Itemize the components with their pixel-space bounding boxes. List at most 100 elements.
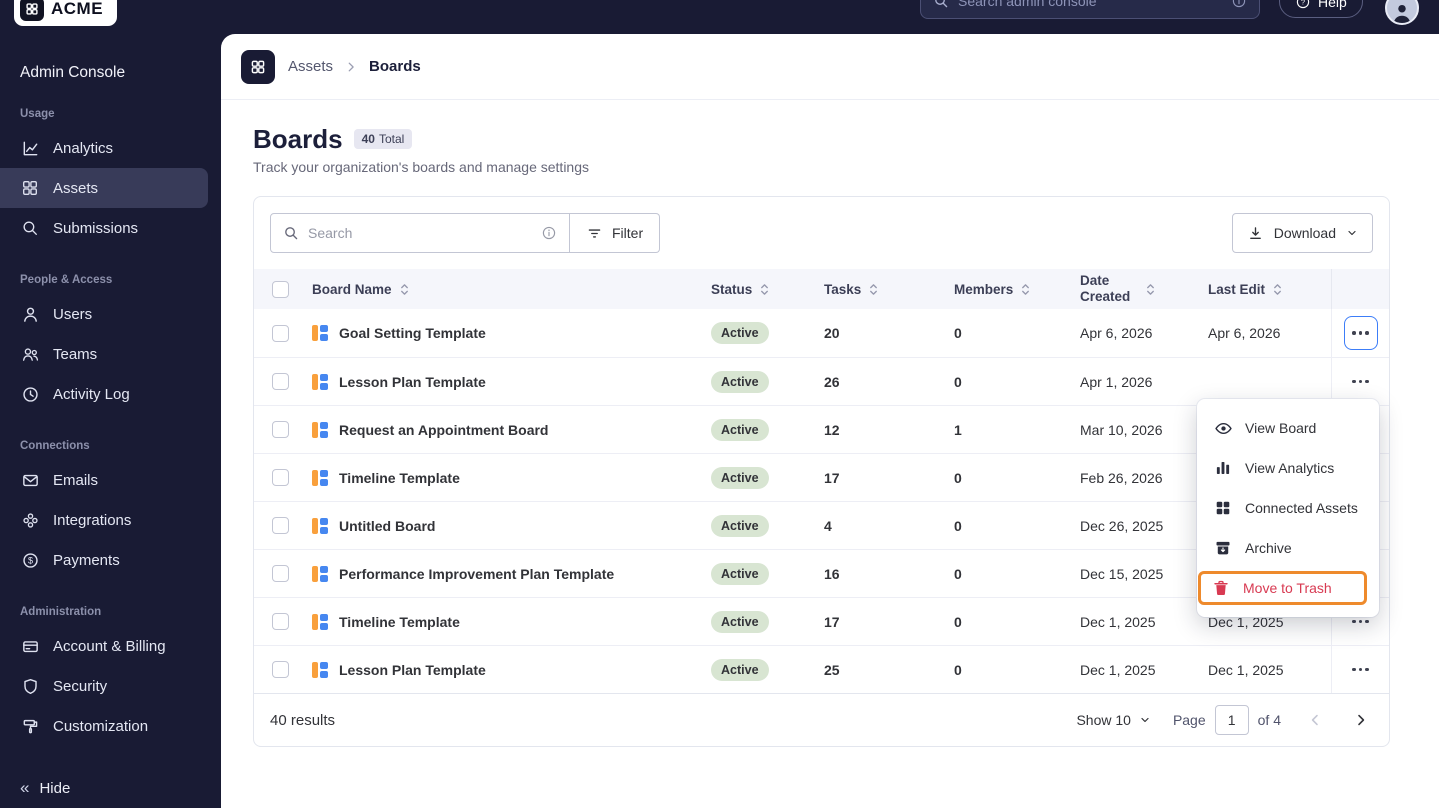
sort-icon[interactable] bbox=[868, 282, 879, 297]
table-row[interactable]: Goal Setting Template Active 20 0 Apr 6,… bbox=[254, 309, 1389, 357]
grid-icon bbox=[1213, 499, 1233, 517]
date-created: Mar 10, 2026 bbox=[1080, 406, 1208, 453]
customization-icon bbox=[20, 716, 40, 736]
board-name[interactable]: Timeline Template bbox=[339, 614, 460, 630]
sidebar-item-teams[interactable]: Teams bbox=[0, 334, 208, 374]
sidebar-item-submissions[interactable]: Submissions bbox=[0, 208, 208, 248]
acme-logo-icon bbox=[20, 0, 44, 21]
activity-log-icon bbox=[20, 384, 40, 404]
board-name[interactable]: Untitled Board bbox=[339, 518, 435, 534]
integrations-icon bbox=[20, 510, 40, 530]
assets-app-icon[interactable] bbox=[241, 50, 275, 84]
select-all-checkbox[interactable] bbox=[272, 281, 289, 298]
row-actions-button[interactable] bbox=[1344, 365, 1378, 399]
menu-item-archive[interactable]: Archive bbox=[1197, 528, 1379, 568]
board-name[interactable]: Goal Setting Template bbox=[339, 325, 486, 341]
help-icon: ? bbox=[1295, 0, 1311, 10]
sort-icon[interactable] bbox=[1272, 282, 1283, 297]
row-checkbox[interactable] bbox=[272, 661, 289, 678]
sidebar-item-label: Security bbox=[53, 678, 107, 695]
chevron-down-icon bbox=[1139, 714, 1151, 726]
row-checkbox[interactable] bbox=[272, 373, 289, 390]
admin-search-input[interactable] bbox=[958, 0, 1222, 9]
menu-item-label: Archive bbox=[1245, 540, 1292, 556]
sidebar-item-users[interactable]: Users bbox=[0, 294, 208, 334]
board-name[interactable]: Timeline Template bbox=[339, 470, 460, 486]
admin-search[interactable] bbox=[920, 0, 1260, 19]
menu-item-move-to-trash[interactable]: Move to Trash bbox=[1198, 571, 1367, 605]
download-icon bbox=[1247, 225, 1264, 242]
row-checkbox[interactable] bbox=[272, 565, 289, 582]
breadcrumb-parent[interactable]: Assets bbox=[288, 58, 333, 75]
sidebar-item-label: Account & Billing bbox=[53, 638, 166, 655]
section-label-administration: Administration bbox=[20, 606, 221, 618]
menu-item-view-analytics[interactable]: View Analytics bbox=[1197, 448, 1379, 488]
sort-icon[interactable] bbox=[1145, 282, 1156, 297]
search-icon bbox=[283, 225, 299, 241]
row-checkbox[interactable] bbox=[272, 517, 289, 534]
acme-logo[interactable]: ACME bbox=[14, 0, 117, 26]
date-created: Dec 1, 2025 bbox=[1080, 646, 1208, 693]
column-actions bbox=[1331, 269, 1389, 309]
sidebar-item-payments[interactable]: $ Payments bbox=[0, 540, 208, 580]
menu-item-view-board[interactable]: View Board bbox=[1197, 408, 1379, 448]
page-number-input[interactable] bbox=[1215, 705, 1249, 735]
previous-page-button[interactable] bbox=[1303, 708, 1327, 732]
help-button[interactable]: ? Help bbox=[1279, 0, 1363, 18]
column-tasks: Tasks bbox=[824, 282, 861, 297]
table-search-input[interactable] bbox=[308, 225, 532, 241]
sidebar-item-assets[interactable]: Assets bbox=[0, 168, 208, 208]
table-row[interactable]: Lesson Plan Template Active 25 0 Dec 1, … bbox=[254, 645, 1389, 693]
tasks-count: 25 bbox=[824, 646, 954, 693]
assets-icon bbox=[20, 178, 40, 198]
board-name[interactable]: Performance Improvement Plan Template bbox=[339, 566, 614, 582]
date-created: Feb 26, 2026 bbox=[1080, 454, 1208, 501]
board-name[interactable]: Lesson Plan Template bbox=[339, 662, 486, 678]
filter-button[interactable]: Filter bbox=[570, 213, 660, 253]
page-size-dropdown[interactable]: Show 10 bbox=[1076, 712, 1150, 728]
sidebar-item-emails[interactable]: Emails bbox=[0, 460, 208, 500]
search-icon bbox=[933, 0, 949, 9]
sidebar-item-label: Analytics bbox=[53, 140, 113, 157]
sidebar-item-account-billing[interactable]: Account & Billing bbox=[0, 626, 208, 666]
sidebar-item-activity-log[interactable]: Activity Log bbox=[0, 374, 208, 414]
table-row[interactable]: Lesson Plan Template Active 26 0 Apr 1, … bbox=[254, 357, 1389, 405]
archive-icon bbox=[1213, 539, 1233, 557]
avatar[interactable] bbox=[1385, 0, 1419, 25]
sidebar-item-security[interactable]: Security bbox=[0, 666, 208, 706]
chevron-down-icon bbox=[1346, 227, 1358, 239]
sidebar-item-label: Payments bbox=[53, 552, 120, 569]
row-checkbox[interactable] bbox=[272, 469, 289, 486]
table-header-row: Board Name Status Tasks Members Date Cre… bbox=[254, 269, 1389, 309]
board-icon bbox=[312, 470, 329, 486]
board-name[interactable]: Lesson Plan Template bbox=[339, 374, 486, 390]
menu-item-label: View Analytics bbox=[1245, 460, 1334, 476]
sort-icon[interactable] bbox=[1020, 282, 1031, 297]
menu-item-connected-assets[interactable]: Connected Assets bbox=[1197, 488, 1379, 528]
download-button[interactable]: Download bbox=[1232, 213, 1373, 253]
hide-sidebar-button[interactable]: « Hide bbox=[20, 778, 70, 798]
menu-item-label: View Board bbox=[1245, 420, 1316, 436]
row-checkbox[interactable] bbox=[272, 325, 289, 342]
info-icon[interactable] bbox=[1231, 0, 1247, 9]
sidebar-item-integrations[interactable]: Integrations bbox=[0, 500, 208, 540]
sort-icon[interactable] bbox=[399, 282, 410, 297]
row-actions-button[interactable] bbox=[1344, 653, 1378, 687]
row-checkbox[interactable] bbox=[272, 613, 289, 630]
sidebar-item-customization[interactable]: Customization bbox=[0, 706, 208, 746]
row-checkbox[interactable] bbox=[272, 421, 289, 438]
board-icon bbox=[312, 566, 329, 582]
page-label: Page bbox=[1173, 712, 1206, 728]
account-billing-icon bbox=[20, 636, 40, 656]
row-actions-button[interactable] bbox=[1344, 316, 1378, 350]
results-count: 40 results bbox=[270, 712, 335, 729]
table-search[interactable] bbox=[270, 213, 570, 253]
board-name[interactable]: Request an Appointment Board bbox=[339, 422, 549, 438]
next-page-button[interactable] bbox=[1349, 708, 1373, 732]
members-count: 0 bbox=[954, 598, 1080, 645]
sort-icon[interactable] bbox=[759, 282, 770, 297]
sidebar-item-label: Teams bbox=[53, 346, 97, 363]
sidebar-item-analytics[interactable]: Analytics bbox=[0, 128, 208, 168]
collapse-chevrons-icon: « bbox=[20, 778, 29, 798]
info-icon[interactable] bbox=[541, 225, 557, 241]
